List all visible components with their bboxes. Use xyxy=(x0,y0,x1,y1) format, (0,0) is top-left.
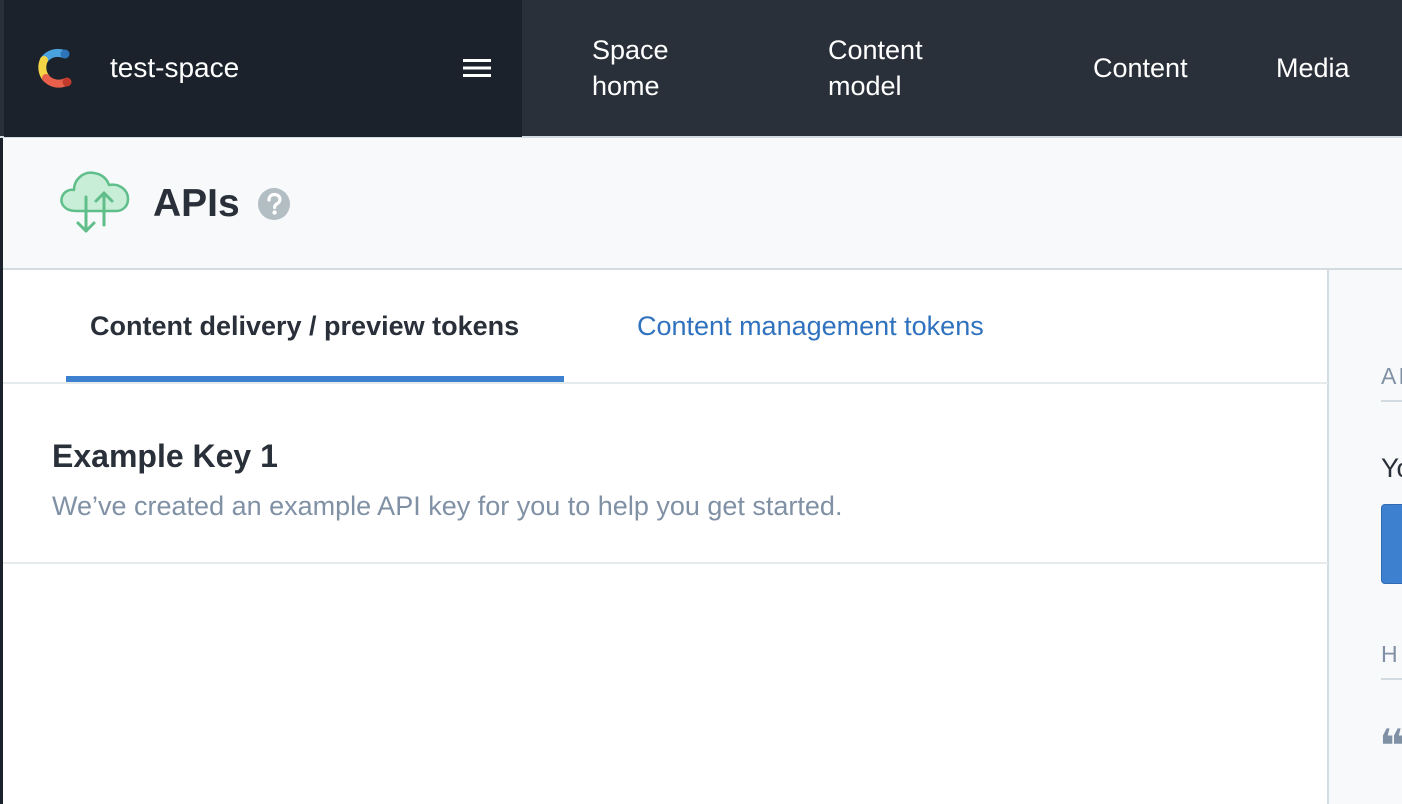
sidebar-primary-button[interactable] xyxy=(1381,504,1402,584)
api-keys-panel: Content delivery / preview tokens Conten… xyxy=(3,270,1329,804)
nav-content-model[interactable]: Content model xyxy=(828,32,988,104)
space-switcher[interactable]: test-space xyxy=(4,0,522,137)
sidebar-divider-secondary xyxy=(1381,678,1402,680)
cloud-upload-download-icon xyxy=(60,171,130,233)
sidebar-heading: AI xyxy=(1381,363,1402,389)
api-key-description: We’ve created an example API key for you… xyxy=(52,491,843,521)
tab-content-management-tokens[interactable]: Content management tokens xyxy=(637,308,984,344)
nav-media[interactable]: Media xyxy=(1276,50,1350,86)
quote-icon: ❝ xyxy=(1379,720,1402,772)
nav-content[interactable]: Content xyxy=(1093,50,1188,86)
top-navigation-bar: test-space Space home Content model Cont… xyxy=(0,0,1402,138)
question-circle-icon[interactable] xyxy=(257,187,291,221)
space-name: test-space xyxy=(110,52,240,83)
active-tab-indicator xyxy=(66,376,564,382)
token-tabs: Content delivery / preview tokens Conten… xyxy=(3,270,1328,384)
api-key-name: Example Key 1 xyxy=(52,438,278,474)
right-sidebar: AI Yo H ❝ xyxy=(1331,270,1402,804)
sidebar-divider xyxy=(1381,400,1402,402)
sidebar-heading-secondary: H xyxy=(1381,641,1400,667)
tab-content-delivery-preview-tokens[interactable]: Content delivery / preview tokens xyxy=(90,308,519,344)
hamburger-icon[interactable] xyxy=(462,54,492,82)
page-header: APIs xyxy=(3,140,1402,270)
contentful-logo-icon xyxy=(38,48,72,88)
sidebar-text: Yo xyxy=(1381,453,1402,483)
page-title: APIs xyxy=(153,182,240,225)
api-key-row[interactable]: Example Key 1 We’ve created an example A… xyxy=(3,384,1328,564)
nav-space-home[interactable]: Space home xyxy=(592,32,732,104)
